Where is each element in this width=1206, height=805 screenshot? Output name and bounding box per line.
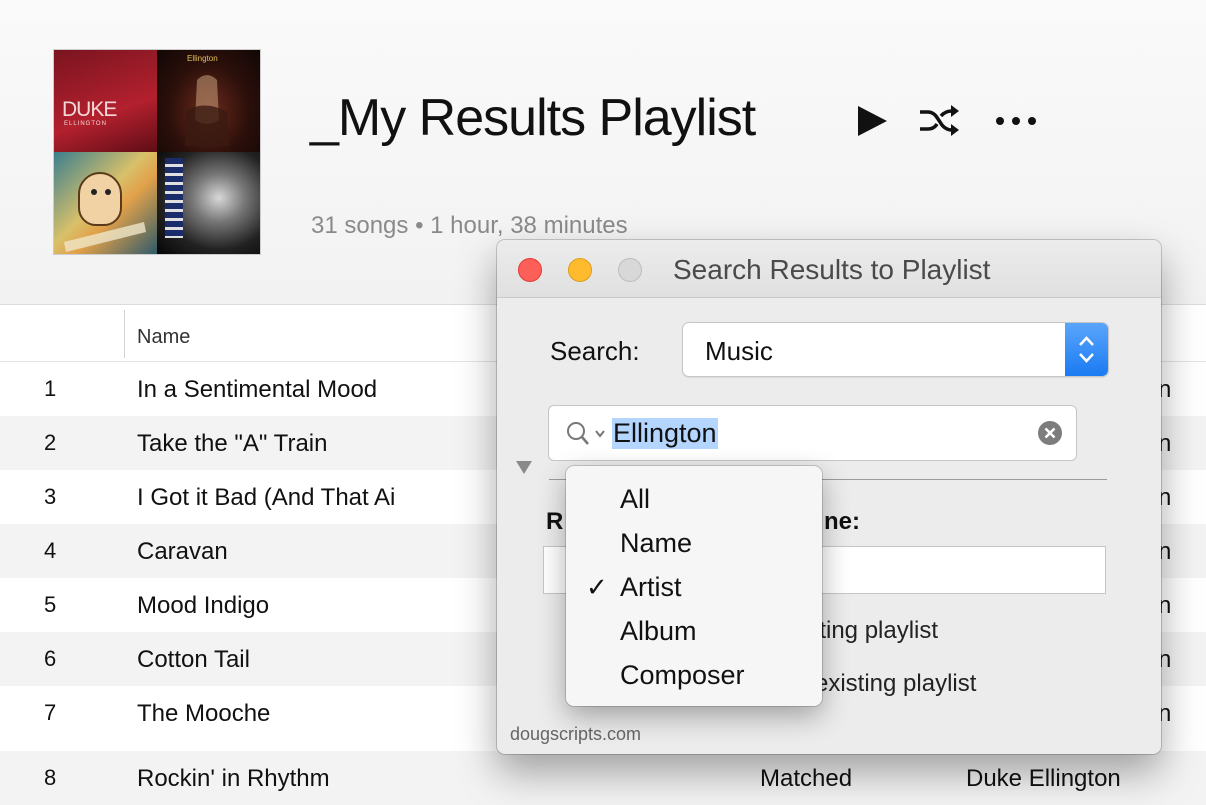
search-scope-icon[interactable] <box>565 419 611 449</box>
table-row[interactable]: 8 Rockin' in Rhythm Matched Duke Ellingt… <box>0 751 1206 805</box>
menu-item-name[interactable]: Name <box>566 524 822 568</box>
track-number: 7 <box>44 700 57 725</box>
menu-item-artist[interactable]: ✓ Artist <box>566 568 822 612</box>
play-button[interactable] <box>855 104 889 138</box>
track-name: Rockin' in Rhythm <box>137 765 330 792</box>
track-name: The Mooche <box>137 700 271 727</box>
track-number: 8 <box>44 765 57 790</box>
search-scope-menu: All Name ✓ Artist Album Composer <box>566 466 822 706</box>
column-header-name[interactable]: Name <box>137 326 190 349</box>
close-window-button[interactable] <box>518 258 542 282</box>
album-cover-4 <box>157 152 260 254</box>
menu-item-label: Composer <box>620 660 745 690</box>
album-cover-2: Ellington <box>157 50 260 152</box>
more-icon <box>996 117 1036 125</box>
track-number: 4 <box>44 538 57 563</box>
credit-link[interactable]: dougscripts.com <box>510 724 641 745</box>
menu-item-album[interactable]: Album <box>566 612 822 656</box>
track-number: 2 <box>44 430 57 455</box>
playlist-artwork: DUKE ELLINGTON Ellington <box>54 50 260 254</box>
disclosure-triangle-icon[interactable] <box>514 458 534 476</box>
cover-text-sub: ELLINGTON <box>64 121 107 127</box>
search-source-select[interactable]: Music <box>682 322 1109 377</box>
shuffle-icon <box>920 105 959 136</box>
track-cloud-status: Matched <box>760 765 853 792</box>
option-existing-playlist-2[interactable]: existing playlist <box>815 670 976 698</box>
track-name: Cotton Tail <box>137 646 250 673</box>
play-icon <box>858 106 887 136</box>
menu-item-label: All <box>620 484 651 514</box>
track-name: I Got it Bad (And That Ai <box>137 484 396 511</box>
track-name: In a Sentimental Mood <box>137 376 378 403</box>
menu-item-label: Name <box>620 528 693 558</box>
menu-item-all[interactable]: All <box>566 480 822 524</box>
name-label-partial: ne: <box>824 508 860 535</box>
dialog-titlebar[interactable]: Search Results to Playlist <box>497 240 1161 298</box>
track-name: Mood Indigo <box>137 592 270 619</box>
track-name: Take the "A" Train <box>137 430 328 457</box>
playlist-summary: 31 songs • 1 hour, 38 minutes <box>311 212 628 239</box>
album-cover-3 <box>54 152 157 254</box>
cover-text-main: DUKE <box>62 98 117 121</box>
menu-item-label: Album <box>620 616 697 646</box>
checkmark-icon: ✓ <box>586 572 608 602</box>
search-source-value: Music <box>705 336 773 366</box>
menu-item-composer[interactable]: Composer <box>566 656 822 700</box>
playlist-title: _My Results Playlist <box>310 89 756 147</box>
minimize-window-button[interactable] <box>568 258 592 282</box>
select-stepper-icon <box>1065 323 1108 376</box>
more-button[interactable] <box>992 104 1040 134</box>
clear-search-icon[interactable] <box>1037 420 1063 446</box>
dialog-title: Search Results to Playlist <box>673 254 991 285</box>
search-source-label: Search: <box>550 336 640 366</box>
menu-item-label: Artist <box>620 572 682 602</box>
zoom-window-button <box>618 258 642 282</box>
album-cover-1: DUKE ELLINGTON <box>54 50 157 152</box>
shuffle-button[interactable] <box>918 103 960 137</box>
track-number: 1 <box>44 376 57 401</box>
column-separator[interactable] <box>124 310 125 358</box>
track-name: Caravan <box>137 538 228 565</box>
track-artist: Duke Ellington <box>966 765 1121 792</box>
option-existing-playlist-1[interactable]: isting playlist <box>802 617 938 645</box>
track-number: 5 <box>44 592 57 617</box>
search-query-text: Ellington <box>612 418 718 449</box>
results-label-partial: R <box>546 508 564 535</box>
search-input[interactable]: Ellington <box>548 405 1077 461</box>
track-number: 3 <box>44 484 57 509</box>
track-number: 6 <box>44 646 57 671</box>
